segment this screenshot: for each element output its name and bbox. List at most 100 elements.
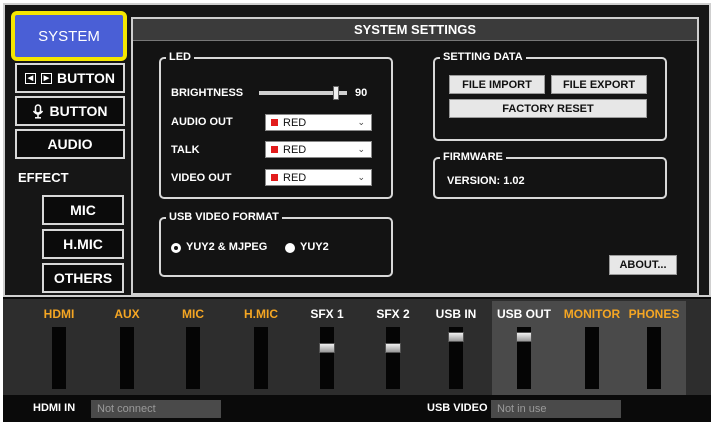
nav-system-label: SYSTEM [38, 27, 100, 45]
fader-slot[interactable] [320, 327, 334, 389]
arrow-left-box-icon: ◀ [24, 72, 36, 84]
fader-slot[interactable] [647, 327, 661, 389]
firmware-title: FIRMWARE [440, 151, 506, 164]
mixer-channel: MIC [173, 299, 213, 395]
file-import-label: FILE IMPORT [462, 78, 532, 91]
fader-knob[interactable] [385, 343, 401, 353]
mixer-channel: SFX 2 [371, 299, 415, 395]
setting-data-group: SETTING DATA FILE IMPORT FILE EXPORT FAC… [433, 51, 667, 141]
nav-voice-button-label: BUTTON [49, 103, 108, 119]
firmware-version: VERSION: 1.02 [447, 175, 525, 187]
led-group: LED BRIGHTNESS 90 AUDIO OUT RED ⌄ TALK R… [159, 51, 393, 199]
fader-slot[interactable] [120, 327, 134, 389]
audio-out-select[interactable]: RED ⌄ [265, 114, 372, 131]
brightness-label: BRIGHTNESS [171, 87, 244, 99]
mixer-channel: MONITOR [561, 299, 623, 395]
channel-label: USB IN [435, 307, 477, 321]
fader-slot[interactable] [186, 327, 200, 389]
mixer-strip: HDMI AUX MIC H.MIC SFX 1 SFX 2 USB IN USB OUT MO… [3, 299, 711, 395]
audio-out-value: RED [283, 116, 307, 129]
hdmi-in-status: Not connect [91, 400, 221, 418]
video-out-label: VIDEO OUT [171, 172, 232, 184]
channel-label: USB OUT [497, 307, 551, 321]
talk-select[interactable]: RED ⌄ [265, 141, 372, 158]
fader-slot[interactable] [254, 327, 268, 389]
yuy2-label: YUY2 [300, 241, 329, 253]
mixer-channel: PHONES [625, 299, 683, 395]
about-label: ABOUT... [619, 259, 667, 271]
mixer-channel: AUX [107, 299, 147, 395]
yuy2-radio[interactable] [285, 243, 295, 253]
red-swatch-icon [271, 119, 278, 126]
nav-system-button[interactable]: SYSTEM [11, 11, 127, 61]
system-settings-panel: SYSTEM SETTINGS LED BRIGHTNESS 90 AUDIO … [131, 17, 699, 295]
video-out-select[interactable]: RED ⌄ [265, 169, 372, 186]
brightness-value: 90 [355, 87, 368, 99]
file-export-button[interactable]: FILE EXPORT [551, 75, 647, 94]
file-export-label: FILE EXPORT [562, 78, 636, 91]
led-group-title: LED [166, 51, 194, 64]
nav-button-label: BUTTON [56, 70, 116, 86]
chevron-down-icon: ⌄ [357, 117, 365, 127]
usb-video-format-group: USB VIDEO FORMAT YUY2 & MJPEG YUY2 [159, 211, 393, 277]
usb-video-status: Not in use [491, 400, 621, 418]
brightness-slider-thumb[interactable] [333, 86, 339, 100]
channel-label: SFX 2 [376, 307, 410, 321]
panel-title: SYSTEM SETTINGS [133, 19, 697, 41]
talk-value: RED [283, 143, 307, 156]
channel-label: MIC [182, 307, 204, 321]
nav-others-label: OTHERS [53, 270, 113, 286]
channel-label: PHONES [628, 307, 680, 321]
mixer-channel: SFX 1 [305, 299, 349, 395]
mixer-channel: USB IN [433, 299, 479, 395]
fader-slot[interactable] [52, 327, 66, 389]
channel-label: HDMI [43, 307, 75, 321]
hdmi-in-label: HDMI IN [33, 402, 76, 414]
nav-hmic-label: H.MIC [63, 236, 103, 252]
nav-audio-label: AUDIO [47, 136, 93, 152]
fader-slot[interactable] [585, 327, 599, 389]
nav-hmic-button[interactable]: H.MIC [42, 229, 124, 259]
chevron-down-icon: ⌄ [357, 144, 365, 154]
nav-others-button[interactable]: OTHERS [42, 263, 124, 293]
setting-data-title: SETTING DATA [440, 51, 526, 64]
status-bar: HDMI IN Not connect USB VIDEO Not in use [3, 395, 711, 422]
talk-label: TALK [171, 144, 200, 156]
file-import-button[interactable]: FILE IMPORT [449, 75, 545, 94]
channel-label: AUX [114, 307, 140, 321]
mixer-channel: HDMI [39, 299, 79, 395]
chevron-down-icon: ⌄ [357, 172, 365, 182]
factory-reset-button[interactable]: FACTORY RESET [449, 99, 647, 118]
audio-out-label: AUDIO OUT [171, 116, 233, 128]
brightness-slider[interactable] [259, 86, 347, 100]
arrow-right-box-icon: ▶ [40, 72, 52, 84]
red-swatch-icon [271, 146, 278, 153]
nav-button-button[interactable]: ◀ ▶ BUTTON [15, 63, 125, 93]
channel-label: H.MIC [244, 307, 278, 321]
fader-knob[interactable] [448, 332, 464, 342]
top-panel: SYSTEM ◀ ▶ BUTTON BUTTON AUDIO EFFECT MI… [3, 3, 711, 297]
usb-video-label: USB VIDEO [427, 402, 488, 414]
factory-reset-label: FACTORY RESET [502, 102, 594, 115]
nav-mic-button[interactable]: MIC [42, 195, 124, 225]
yuy2-mjpeg-radio[interactable] [171, 243, 181, 253]
fader-knob[interactable] [319, 343, 335, 353]
about-button[interactable]: ABOUT... [609, 255, 677, 275]
effect-section-label: EFFECT [18, 170, 69, 185]
app-window: SYSTEM ◀ ▶ BUTTON BUTTON AUDIO EFFECT MI… [3, 3, 711, 422]
microphone-icon [33, 103, 44, 119]
fader-knob[interactable] [516, 332, 532, 342]
firmware-group: FIRMWARE VERSION: 1.02 [433, 151, 667, 199]
nav-audio-button[interactable]: AUDIO [15, 129, 125, 159]
video-out-value: RED [283, 171, 307, 184]
mixer-channel: H.MIC [237, 299, 285, 395]
channel-label: SFX 1 [310, 307, 344, 321]
nav-voice-button-button[interactable]: BUTTON [15, 96, 125, 126]
yuy2-mjpeg-label: YUY2 & MJPEG [186, 241, 268, 253]
mixer-channel: USB OUT [497, 299, 551, 395]
channel-label: MONITOR [563, 307, 621, 321]
fader-slot[interactable] [386, 327, 400, 389]
red-swatch-icon [271, 174, 278, 181]
nav-mic-label: MIC [70, 202, 96, 218]
usb-video-format-title: USB VIDEO FORMAT [166, 211, 282, 224]
